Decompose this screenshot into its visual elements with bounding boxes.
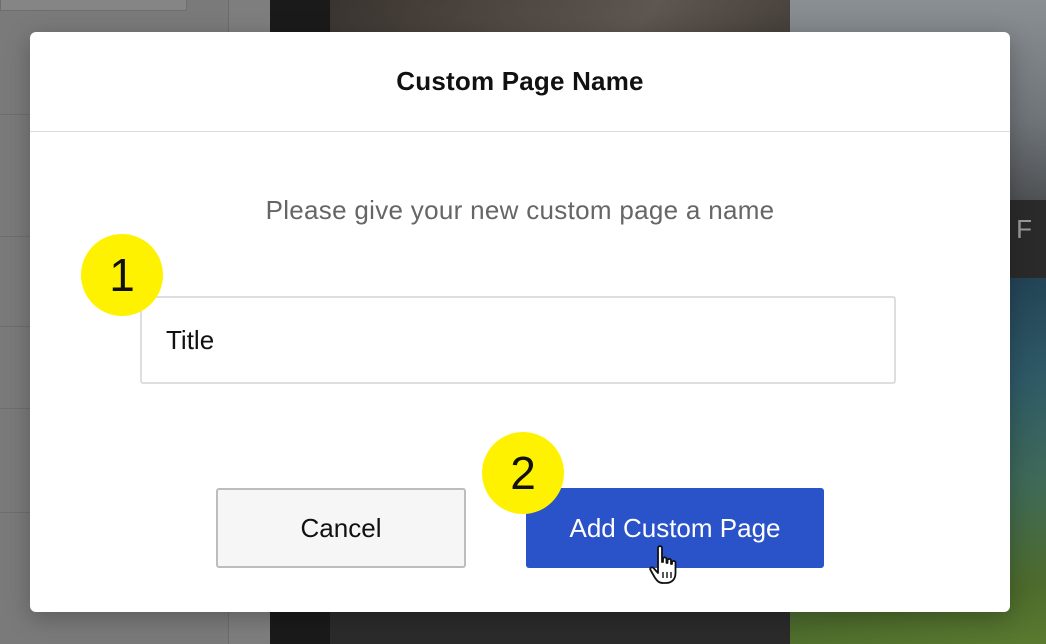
dialog-instructions: Please give your new custom page a name (265, 195, 775, 225)
hand-pointer-icon (649, 545, 677, 584)
page-name-input[interactable] (140, 296, 896, 384)
background-field (0, 0, 187, 11)
step-2-badge: 2 (482, 432, 564, 514)
background-photo-bottom (330, 612, 790, 644)
step-1-badge: 1 (81, 234, 163, 316)
dialog-title: Custom Page Name (396, 66, 644, 96)
cancel-button[interactable]: Cancel (216, 488, 466, 568)
custom-page-name-dialog: Custom Page Name Please give your new cu… (30, 32, 1010, 612)
dialog-header: Custom Page Name (30, 32, 1010, 132)
